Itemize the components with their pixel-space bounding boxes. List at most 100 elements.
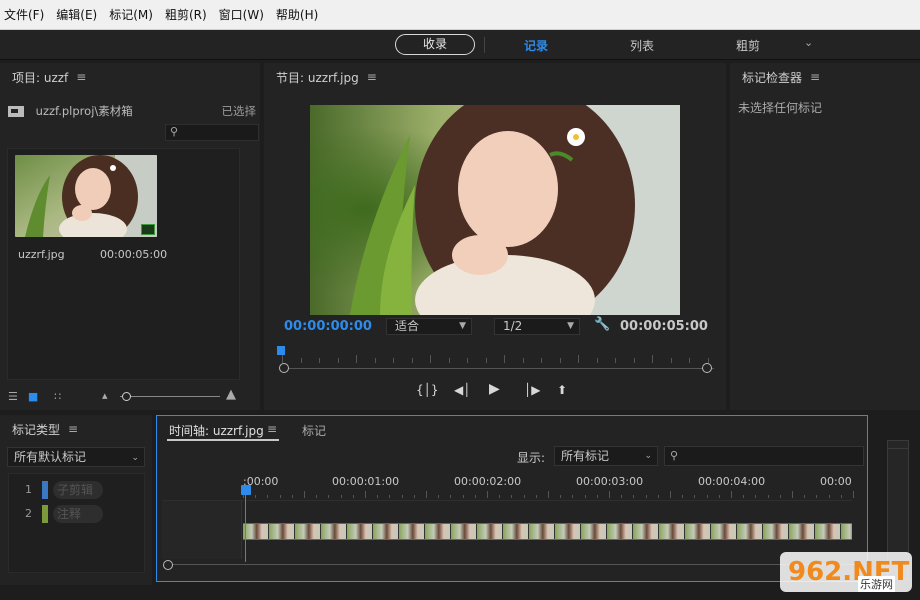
marker-type-label[interactable]: 注释: [53, 505, 103, 523]
workspace-tab-logging[interactable]: 记录: [524, 37, 548, 54]
marker-type-label[interactable]: 子剪辑: [53, 481, 103, 499]
scrollbar-end-handle[interactable]: [702, 363, 712, 373]
icon-view-icon[interactable]: ■: [28, 390, 38, 403]
program-video-frame[interactable]: [310, 105, 680, 315]
menu-rough-cut[interactable]: 粗剪(R): [165, 6, 207, 23]
clip-frame-thumbnail: [269, 524, 295, 539]
marker-search-input[interactable]: ⚲: [664, 446, 864, 466]
resolution-dropdown[interactable]: 1/2 ▼: [494, 318, 580, 335]
selection-status: 已选择: [221, 104, 257, 118]
clip-thumbnail-image: [15, 155, 157, 237]
chevron-down-icon: ▼: [567, 321, 574, 331]
marker-filter-value: 所有默认标记: [14, 450, 87, 464]
ruler-tick: [438, 495, 440, 498]
monitor-time-ruler[interactable]: [282, 353, 714, 363]
ruler-tick: [615, 358, 616, 363]
marker-inspector-header: 标记检查器 ≡: [730, 63, 920, 91]
timeline-clip[interactable]: [243, 523, 852, 540]
monitor-zoom-scrollbar[interactable]: [282, 368, 714, 369]
workspace-ingest-button[interactable]: 收录: [395, 34, 475, 55]
project-footer-toolbar: ☰ ■ ∷ ▴ ▲: [0, 383, 260, 409]
track-header[interactable]: [162, 501, 242, 559]
marker-type-row[interactable]: 1 子剪辑: [9, 480, 139, 500]
ruler-tick: [609, 491, 610, 498]
marker-inspector-title[interactable]: 标记检查器: [742, 69, 802, 86]
menu-edit[interactable]: 编辑(E): [56, 6, 97, 23]
timeline-playhead[interactable]: [241, 485, 251, 495]
panel-menu-icon[interactable]: ≡: [76, 70, 86, 84]
ruler-tick: [596, 358, 598, 363]
freeform-view-icon[interactable]: ∷: [54, 390, 61, 403]
marker-filter-dropdown[interactable]: 所有默认标记 ⌄: [7, 447, 145, 467]
project-panel: 项目: uzzf ≡ uzzf.plproj\素材箱 已选择 ⚲ uzzrf.j…: [0, 63, 260, 410]
menu-window[interactable]: 窗口(W): [219, 6, 264, 23]
ruler-tick: [706, 495, 708, 498]
project-search-input[interactable]: ⚲: [165, 124, 259, 141]
fit-dropdown[interactable]: 适合 ▼: [386, 318, 472, 335]
zoom-slider-knob[interactable]: [122, 392, 131, 401]
ruler-tick: [279, 495, 281, 498]
ruler-tick: [645, 495, 647, 498]
tab-timeline[interactable]: 时间轴: uzzrf.jpg: [169, 422, 264, 439]
zoom-out-icon[interactable]: ▴: [102, 389, 108, 402]
marker-color-swatch[interactable]: [42, 481, 48, 499]
panel-menu-icon[interactable]: ≡: [267, 422, 277, 436]
timeline-ruler[interactable]: [243, 490, 854, 498]
zoom-in-icon[interactable]: ▲: [226, 387, 236, 402]
panel-menu-icon[interactable]: ≡: [810, 70, 820, 84]
scrollbar-start-handle[interactable]: [279, 363, 289, 373]
ruler-tick: [731, 491, 732, 498]
workspace-tab-list[interactable]: 列表: [630, 37, 654, 54]
ruler-tick: [584, 495, 586, 498]
step-back-icon[interactable]: ◀│: [454, 383, 470, 397]
panel-menu-icon[interactable]: ≡: [367, 70, 377, 84]
tab-markers[interactable]: 标记: [302, 422, 326, 439]
step-forward-icon[interactable]: │▶: [524, 383, 540, 397]
panel-menu-icon[interactable]: ≡: [68, 422, 78, 436]
marker-types-title[interactable]: 标记类型: [12, 421, 60, 438]
ruler-tick: [633, 358, 635, 363]
clip-thumbnail[interactable]: [15, 155, 157, 237]
ruler-tick: [767, 495, 769, 498]
timecode-current[interactable]: 00:00:00:00: [284, 319, 372, 334]
marker-types-header: 标记类型 ≡: [0, 415, 152, 443]
zoom-slider-track[interactable]: [120, 396, 220, 397]
ruler-tick: [633, 495, 635, 498]
scrollbar-start-handle[interactable]: [163, 560, 173, 570]
mark-in-out-icon[interactable]: {│}: [416, 383, 439, 397]
workspace-tab-rough-cut[interactable]: 粗剪: [736, 37, 760, 54]
timeline-scrollbar[interactable]: [165, 564, 855, 565]
clip-frame-thumbnail: [815, 524, 841, 539]
menu-marker[interactable]: 标记(M): [109, 6, 153, 23]
ruler-tick: [291, 495, 293, 498]
clip-frame-thumbnail: [841, 524, 852, 539]
ruler-tick: [792, 491, 793, 498]
program-monitor-panel: 节目: uzzrf.jpg ≡ 00:00:00:00 适合 ▼ 1/2 ▼ 🔧…: [264, 63, 726, 410]
folder-icon[interactable]: [8, 106, 24, 117]
clip-frame-thumbnail: [659, 524, 685, 539]
ruler-tick: [389, 495, 391, 498]
project-panel-title[interactable]: 项目: uzzf: [12, 69, 68, 86]
list-view-icon[interactable]: ☰: [8, 390, 18, 403]
timeline-panel: 时间轴: uzzrf.jpg ≡ 标记 显示: 所有标记 ⌄ ⚲ :00:00 …: [156, 415, 868, 582]
menu-file[interactable]: 文件(F): [4, 6, 44, 23]
ruler-tick: [511, 495, 513, 498]
export-frame-icon[interactable]: ⬆: [557, 383, 567, 397]
play-icon[interactable]: ▶: [489, 381, 500, 397]
workspace-more-chevron-icon[interactable]: ⌄: [804, 36, 813, 49]
marker-type-row[interactable]: 2 注释: [9, 504, 139, 524]
menu-help[interactable]: 帮助(H): [276, 6, 318, 23]
display-filter-dropdown[interactable]: 所有标记 ⌄: [554, 446, 658, 466]
settings-wrench-icon[interactable]: 🔧: [594, 317, 610, 332]
clip-frame-thumbnail: [737, 524, 763, 539]
program-monitor-title[interactable]: 节目: uzzrf.jpg: [276, 69, 359, 86]
display-label: 显示:: [517, 451, 546, 465]
ruler-tick: [377, 495, 379, 498]
clip-frame-thumbnail: [607, 524, 633, 539]
marker-color-swatch[interactable]: [42, 505, 48, 523]
ruler-tick: [541, 358, 542, 363]
ruler-tick: [401, 495, 403, 498]
time-label: 00:00:04:00: [698, 475, 766, 488]
clip-frame-thumbnail: [555, 524, 581, 539]
monitor-playhead[interactable]: [277, 346, 285, 355]
